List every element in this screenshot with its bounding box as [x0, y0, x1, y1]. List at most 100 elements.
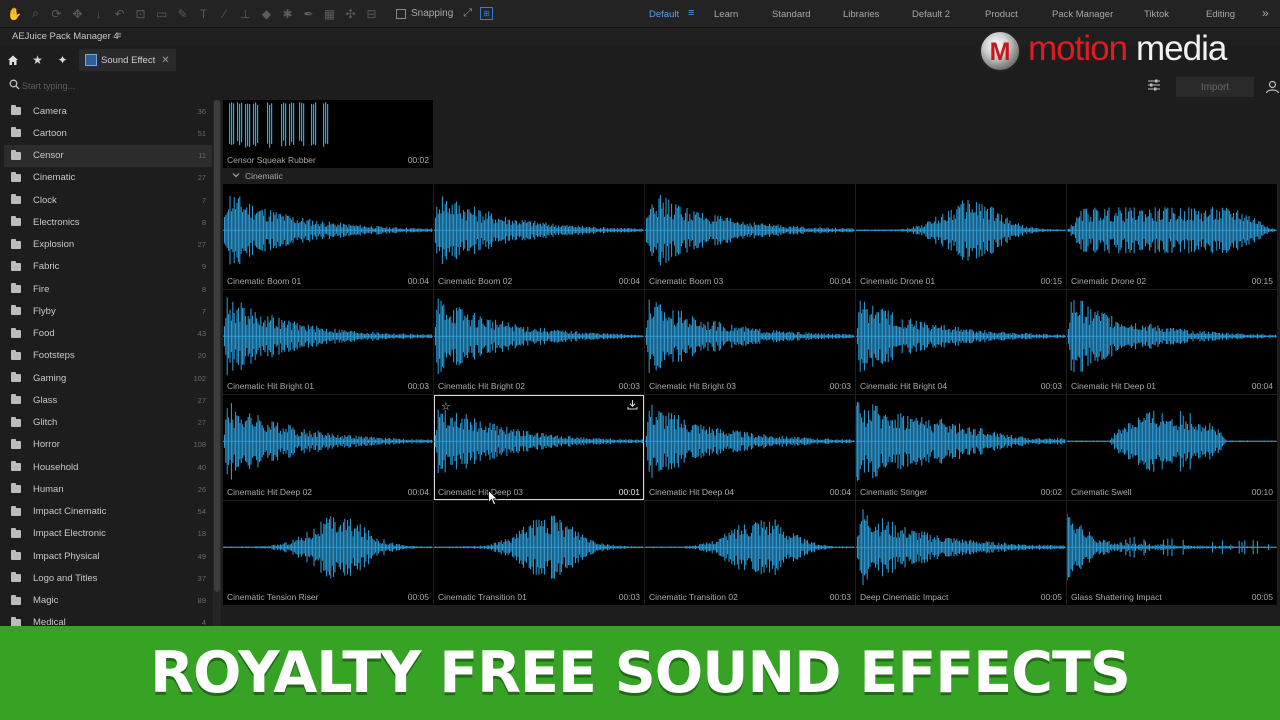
- sound-tile[interactable]: Cinematic Hit Bright 03 00:03: [645, 289, 855, 394]
- sound-tile[interactable]: Cinematic Transition 01 00:03: [434, 500, 644, 605]
- home-icon[interactable]: [0, 48, 25, 72]
- sound-tile[interactable]: Glass Shattering Impact 00:05: [1067, 500, 1277, 605]
- sound-tile[interactable]: Cinematic Swell 00:10: [1067, 395, 1277, 500]
- sound-tile[interactable]: Cinematic Hit Bright 01 00:03: [223, 289, 433, 394]
- download-icon[interactable]: [627, 399, 638, 410]
- workspace-menu-icon[interactable]: ≡: [688, 7, 694, 19]
- sound-tile[interactable]: Cinematic Hit Deep 04 00:04: [645, 395, 855, 500]
- workspace-default-2[interactable]: Default 2: [912, 9, 950, 20]
- category-name: Impact Physical: [33, 550, 100, 562]
- snapping-checkbox[interactable]: [396, 8, 406, 19]
- pan-tool-icon[interactable]: ✥: [67, 4, 88, 24]
- filter-settings-icon[interactable]: [1147, 79, 1161, 91]
- view-tool-icon[interactable]: ⊟: [361, 4, 382, 24]
- scrollbar-thumb[interactable]: [214, 100, 220, 592]
- category-item[interactable]: Fabric 9: [4, 256, 212, 278]
- sound-tile[interactable]: Cinematic Boom 01 00:04: [223, 184, 433, 289]
- close-tab-icon[interactable]: ✕: [161, 55, 169, 66]
- tab-sound-effects[interactable]: Sound Effect ✕: [79, 49, 176, 71]
- category-item[interactable]: Censor 11: [4, 144, 212, 167]
- snapping-control[interactable]: Snapping ⤢ ⊞: [396, 7, 494, 20]
- sound-tile[interactable]: Cinematic Stinger 00:02: [856, 395, 1066, 500]
- sound-name: Cinematic Hit Bright 01: [227, 381, 314, 391]
- sidebar-scrollbar[interactable]: [213, 100, 221, 628]
- category-item[interactable]: Electronics 8: [4, 211, 212, 233]
- category-item[interactable]: Human 26: [4, 478, 212, 500]
- sound-tile[interactable]: Cinematic Hit Bright 04 00:03: [856, 289, 1066, 394]
- dolly-tool-icon[interactable]: ↓: [88, 4, 109, 24]
- category-item[interactable]: Cinematic 27: [4, 167, 212, 189]
- snap-magnet-icon[interactable]: ⤢: [463, 7, 472, 20]
- category-item[interactable]: Impact Physical 49: [4, 545, 212, 567]
- workspace-tiktok[interactable]: Tiktok: [1144, 9, 1169, 20]
- hand-tool-icon[interactable]: ✋: [4, 4, 25, 24]
- rectangle-tool-icon[interactable]: ▭: [151, 4, 172, 24]
- category-item[interactable]: Impact Electronic 18: [4, 523, 212, 545]
- category-item[interactable]: Household 40: [4, 456, 212, 478]
- category-item[interactable]: Glitch 27: [4, 412, 212, 434]
- category-item[interactable]: Logo and Titles 37: [4, 567, 212, 589]
- category-item[interactable]: Horror 108: [4, 434, 212, 456]
- category-item[interactable]: Glass 27: [4, 389, 212, 411]
- category-item[interactable]: Magic 89: [4, 590, 212, 612]
- workspace-libraries[interactable]: Libraries: [843, 9, 879, 20]
- brush-tool-icon[interactable]: ⁄: [214, 4, 235, 24]
- puppet-tool-icon[interactable]: ✒: [298, 4, 319, 24]
- favorites-star-icon[interactable]: ★: [25, 48, 50, 72]
- category-item[interactable]: Gaming 102: [4, 367, 212, 389]
- category-item[interactable]: Cartoon 51: [4, 122, 212, 144]
- user-account-icon[interactable]: [1265, 80, 1280, 94]
- category-item[interactable]: Footsteps 20: [4, 345, 212, 367]
- snap-toggle-icon[interactable]: ⊞: [480, 7, 494, 20]
- sound-tile[interactable]: Censor Squeak Rubber 00:02: [223, 100, 433, 168]
- sparkle-icon[interactable]: ✦: [50, 48, 75, 72]
- import-button[interactable]: Import: [1176, 77, 1254, 97]
- sound-tile[interactable]: Cinematic Hit Deep 03 00:01 ☆: [434, 395, 644, 500]
- sound-tile[interactable]: Cinematic Drone 01 00:15: [856, 184, 1066, 289]
- anchor-tool-icon[interactable]: ⊡: [130, 4, 151, 24]
- category-item[interactable]: Impact Cinematic 54: [4, 501, 212, 523]
- eraser-tool-icon[interactable]: ◆: [256, 4, 277, 24]
- category-item[interactable]: Camera 36: [4, 100, 212, 122]
- waveform: [223, 296, 433, 375]
- zoom-tool-icon[interactable]: ⌕: [25, 4, 46, 24]
- workspace-standard[interactable]: Standard: [772, 9, 811, 20]
- workspace-default[interactable]: Default: [649, 9, 679, 20]
- sound-tile[interactable]: Cinematic Drone 02 00:15: [1067, 184, 1277, 289]
- type-tool-icon[interactable]: T: [193, 4, 214, 24]
- sound-name: Cinematic Hit Deep 02: [227, 486, 313, 497]
- roto-tool-icon[interactable]: ✱: [277, 4, 298, 24]
- orbit-tool-icon[interactable]: ⟳: [46, 4, 67, 24]
- category-item[interactable]: Explosion 27: [4, 234, 212, 256]
- category-item[interactable]: Flyby 7: [4, 300, 212, 322]
- category-item[interactable]: Food 43: [4, 323, 212, 345]
- category-item[interactable]: Fire 8: [4, 278, 212, 300]
- axis-tool-icon[interactable]: ✣: [340, 4, 361, 24]
- favorite-star-icon[interactable]: ☆: [441, 400, 451, 413]
- sound-tile[interactable]: Cinematic Transition 02 00:03: [645, 500, 855, 605]
- rotate-tool-icon[interactable]: ↶: [109, 4, 130, 24]
- sound-tile[interactable]: Cinematic Hit Deep 02 00:04: [223, 395, 433, 500]
- app-toolbar: ✋ ⌕ ⟳ ✥ ↓ ↶ ⊡ ▭ ✎ T ⁄ ⊥ ◆ ✱ ✒ ▦ ✣ ⊟ Snap…: [0, 0, 1280, 28]
- pen-tool-icon[interactable]: ✎: [172, 4, 193, 24]
- category-count: 54: [197, 507, 206, 517]
- waveform: [645, 195, 855, 266]
- workspace-product[interactable]: Product: [985, 9, 1018, 20]
- sound-tile[interactable]: Cinematic Boom 02 00:04: [434, 184, 644, 289]
- group-header-cinematic[interactable]: Cinematic: [223, 170, 1280, 184]
- sound-tile[interactable]: Cinematic Hit Deep 01 00:04: [1067, 289, 1277, 394]
- align-tool-icon[interactable]: ▦: [319, 4, 340, 24]
- panel-menu-icon[interactable]: ≡: [116, 30, 122, 41]
- workspace-editing[interactable]: Editing: [1206, 9, 1235, 20]
- search-input[interactable]: [22, 78, 322, 94]
- sound-tile[interactable]: Cinematic Boom 03 00:04: [645, 184, 855, 289]
- workspace-overflow-icon[interactable]: »: [1262, 6, 1269, 20]
- workspace-learn[interactable]: Learn: [714, 9, 738, 20]
- workspace-pack-manager[interactable]: Pack Manager: [1052, 9, 1113, 20]
- stamp-tool-icon[interactable]: ⊥: [235, 4, 256, 24]
- sound-tile[interactable]: Cinematic Tension Riser 00:05: [223, 500, 433, 605]
- sound-tile[interactable]: Cinematic Hit Bright 02 00:03: [434, 289, 644, 394]
- sound-tile[interactable]: Deep Cinematic Impact 00:05: [856, 500, 1066, 605]
- category-item[interactable]: Clock 7: [4, 189, 212, 211]
- category-count: 102: [193, 373, 206, 383]
